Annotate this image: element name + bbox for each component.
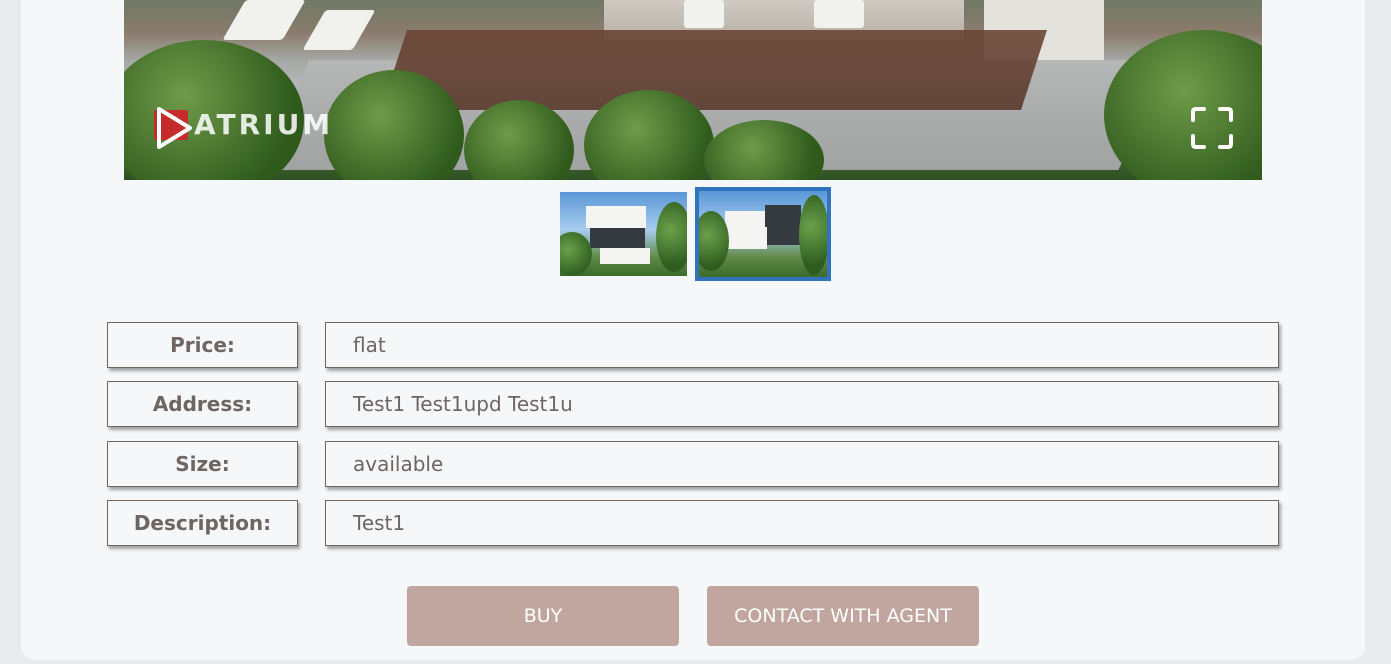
contact-agent-button[interactable]: CONTACT WITH AGENT (707, 586, 979, 646)
size-label: Size: (107, 441, 298, 487)
lounger (222, 0, 306, 40)
chair (684, 0, 724, 28)
logo-text: ATRIUM (194, 108, 334, 141)
gallery-main-image[interactable]: ATRIUM (124, 0, 1262, 180)
chair (814, 0, 864, 28)
deck (381, 30, 1047, 110)
bush (1104, 30, 1262, 180)
detail-row-size: Size: available (107, 441, 1279, 487)
buy-button[interactable]: BUY (407, 586, 679, 646)
detail-row-price: Price: flat (107, 322, 1279, 368)
play-button[interactable] (154, 106, 194, 150)
detail-row-address: Address: Test1 Test1upd Test1u (107, 381, 1279, 427)
size-value: available (325, 441, 1279, 487)
play-icon (157, 107, 192, 149)
address-value: Test1 Test1upd Test1u (325, 381, 1279, 427)
gallery-thumbnail-1[interactable] (560, 192, 687, 276)
description-label: Description: (107, 500, 298, 546)
lounger (302, 10, 376, 50)
fullscreen-button[interactable] (1190, 106, 1234, 150)
gallery-thumbnail-2[interactable] (695, 187, 831, 281)
detail-row-description: Description: Test1 (107, 500, 1279, 546)
fullscreen-icon (1191, 107, 1233, 149)
price-value: flat (325, 322, 1279, 368)
address-label: Address: (107, 381, 298, 427)
description-value: Test1 (325, 500, 1279, 546)
price-label: Price: (107, 322, 298, 368)
